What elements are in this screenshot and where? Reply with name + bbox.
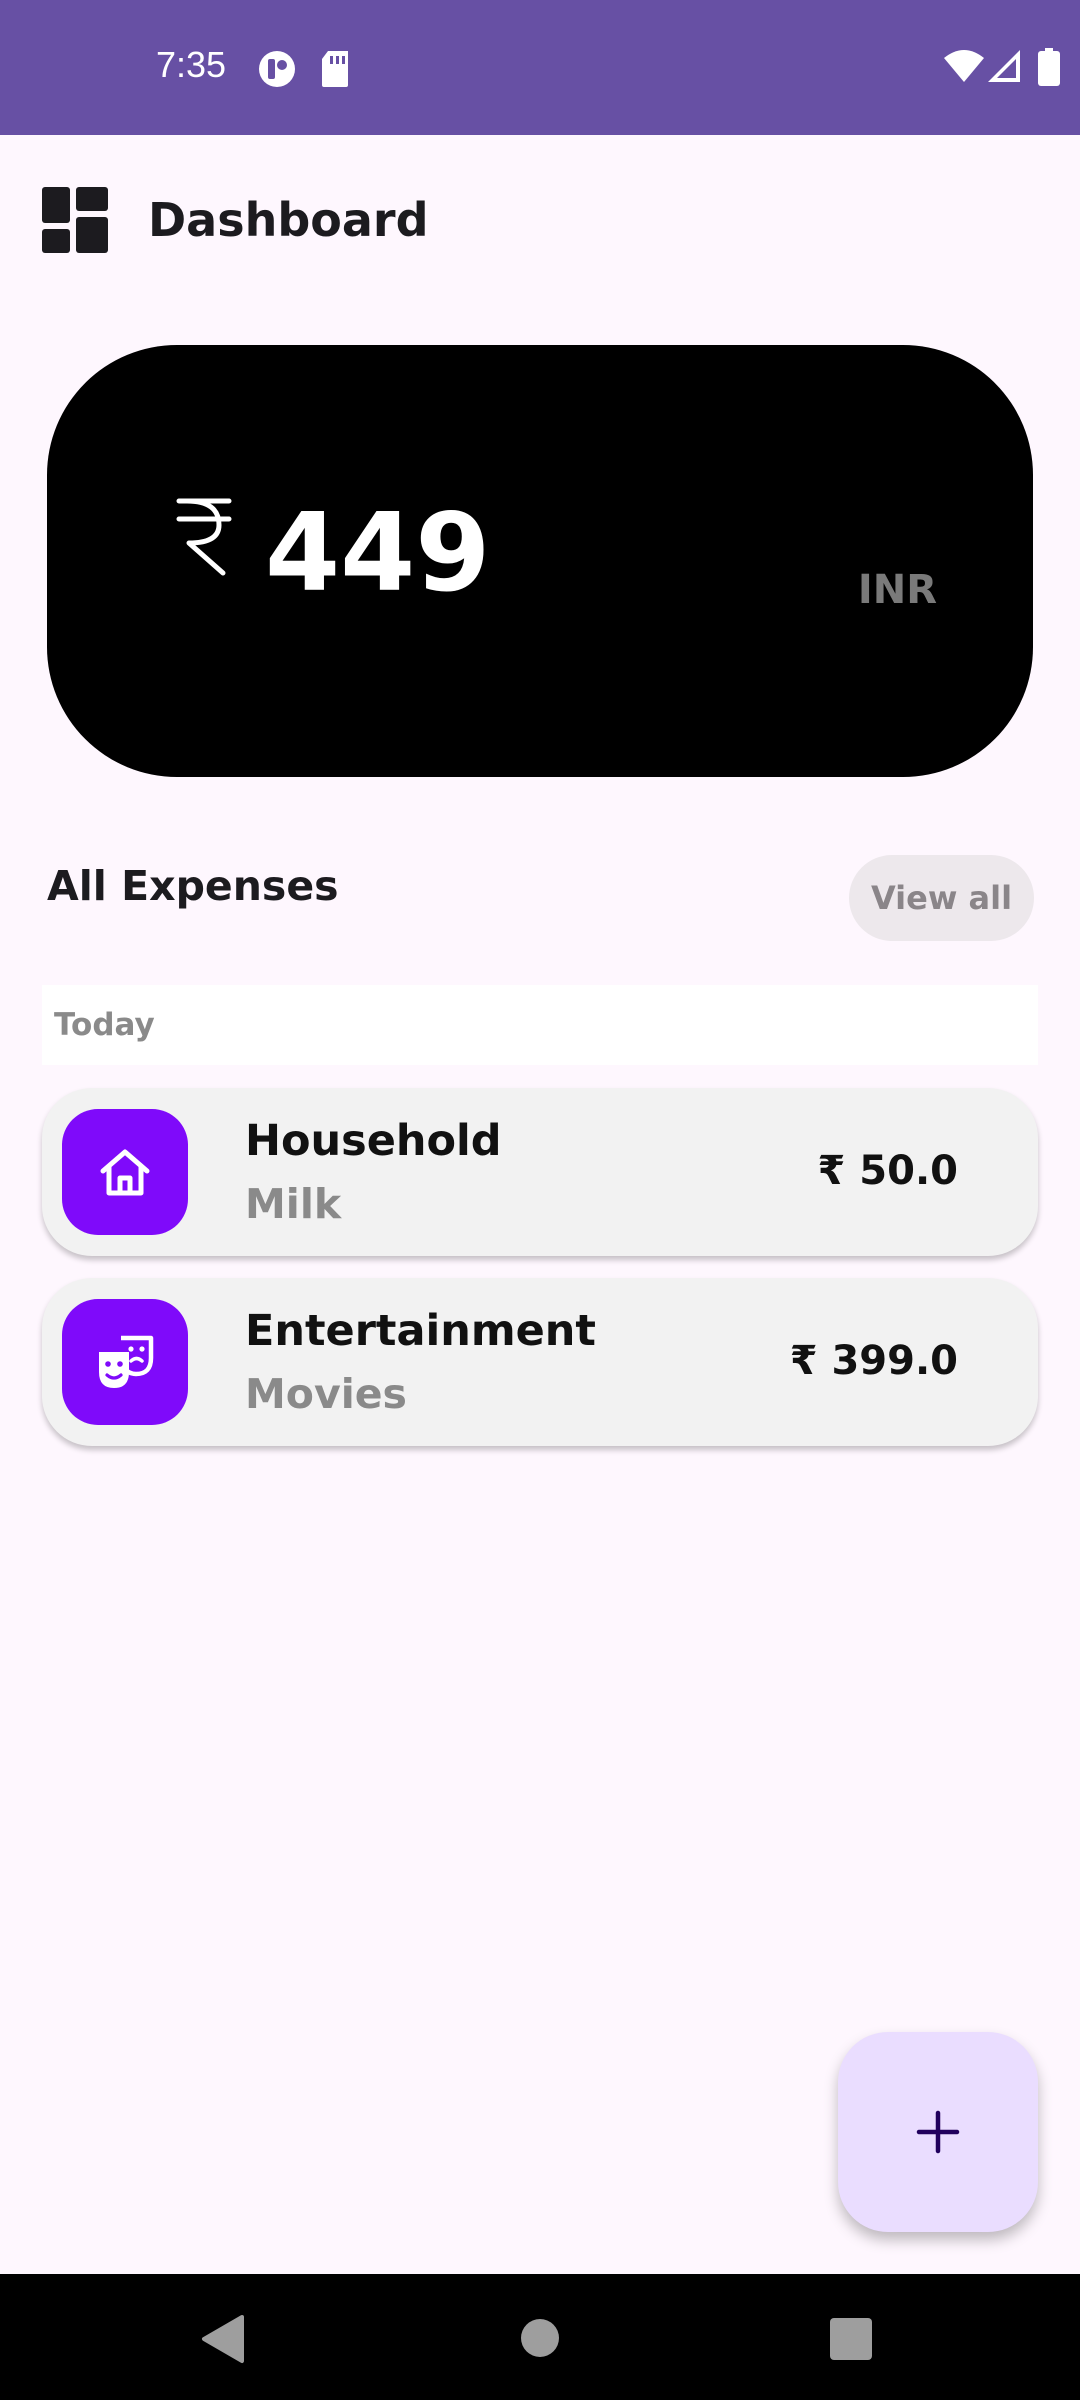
status-time: 7:35 bbox=[156, 44, 227, 85]
app-notification-icon bbox=[259, 51, 295, 87]
cellular-signal-icon bbox=[988, 50, 1020, 82]
page-title: Dashboard bbox=[148, 193, 429, 247]
section-title: All Expenses bbox=[47, 862, 339, 910]
system-navigation-bar bbox=[0, 2274, 1080, 2400]
expense-category: Entertainment bbox=[245, 1306, 596, 1356]
add-expense-fab[interactable] bbox=[838, 2032, 1038, 2232]
expense-description: Milk bbox=[245, 1180, 342, 1228]
expense-category: Household bbox=[245, 1116, 502, 1166]
add-icon bbox=[916, 2110, 960, 2154]
battery-icon bbox=[1038, 48, 1060, 86]
expense-item[interactable]: Household Milk ₹ 50.0 bbox=[42, 1088, 1038, 1256]
balance-amount: 449 bbox=[265, 491, 491, 616]
expense-amount: ₹ 399.0 bbox=[789, 1338, 958, 1384]
recents-icon[interactable] bbox=[830, 2318, 872, 2360]
date-label: Today bbox=[54, 1007, 155, 1043]
home-icon bbox=[100, 1149, 150, 1196]
expense-description: Movies bbox=[245, 1370, 407, 1418]
top-app-bar: Dashboard bbox=[0, 135, 1080, 305]
wifi-icon bbox=[944, 50, 984, 82]
rupee-icon bbox=[176, 498, 232, 576]
view-all-button[interactable]: View all bbox=[849, 855, 1034, 941]
home-nav-icon[interactable] bbox=[520, 2318, 560, 2358]
sd-card-icon bbox=[322, 51, 348, 87]
date-group-header: Today bbox=[42, 985, 1038, 1065]
category-icon-tile bbox=[62, 1299, 188, 1425]
category-icon-tile bbox=[62, 1109, 188, 1235]
expense-amount: ₹ 50.0 bbox=[817, 1148, 958, 1194]
back-icon[interactable] bbox=[200, 2314, 246, 2364]
currency-code: INR bbox=[857, 567, 937, 613]
theater-masks-icon bbox=[99, 1335, 154, 1388]
status-bar: 7:35 bbox=[0, 0, 1080, 135]
balance-card: 449 INR bbox=[47, 345, 1033, 777]
expense-item[interactable]: Entertainment Movies ₹ 399.0 bbox=[42, 1278, 1038, 1446]
dashboard-icon[interactable] bbox=[42, 187, 108, 253]
